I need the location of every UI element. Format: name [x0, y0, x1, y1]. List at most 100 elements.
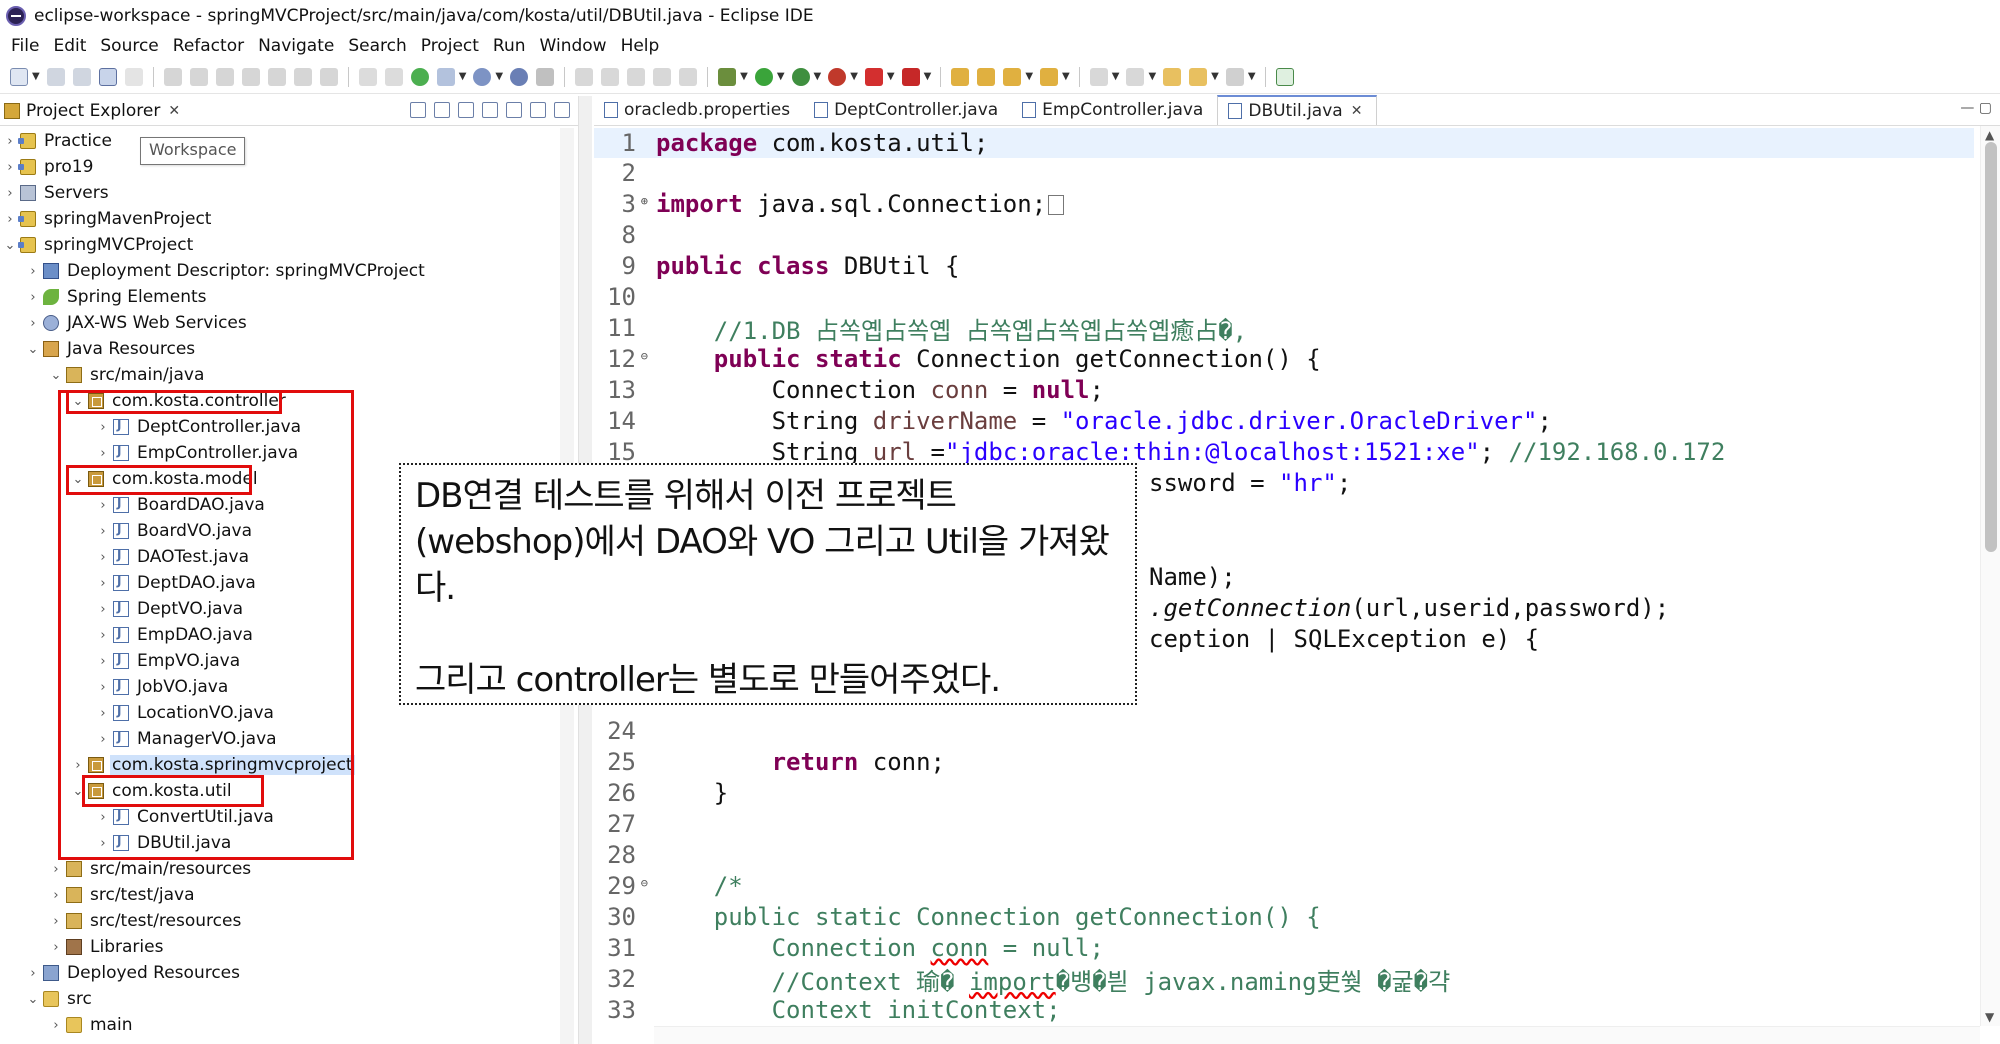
tree-item-java-resources[interactable]: ⌄ Java Resources [25, 336, 197, 362]
new-class-icon[interactable] [1003, 67, 1022, 86]
coverage-icon[interactable] [791, 67, 810, 86]
chevron-right-icon[interactable]: › [25, 290, 41, 305]
toggle-mark-icon[interactable] [358, 67, 377, 86]
pin-icon[interactable] [575, 67, 594, 86]
profile-icon[interactable] [901, 67, 920, 86]
forward-icon[interactable] [1225, 67, 1244, 86]
menu-project[interactable]: Project [414, 36, 486, 56]
globe-icon[interactable] [510, 67, 529, 86]
chevron-right-icon[interactable]: › [48, 1018, 64, 1033]
back-icon[interactable] [1189, 67, 1208, 86]
close-icon[interactable]: ✕ [168, 103, 180, 119]
menu-edit[interactable]: Edit [46, 36, 93, 56]
scrollbar-thumb[interactable] [1985, 142, 1997, 552]
tab-deptcontroller[interactable]: DeptController.java [804, 95, 1012, 125]
tree-item-libraries[interactable]: › Libraries [48, 934, 165, 960]
stop-server-icon[interactable] [864, 67, 883, 86]
menu-navigate[interactable]: Navigate [251, 36, 341, 56]
next-annotation-icon[interactable] [1089, 67, 1108, 86]
scroll-up-icon[interactable]: ▲ [1985, 128, 1994, 142]
last-edit-icon[interactable] [1163, 67, 1182, 86]
open-folder-icon[interactable] [1040, 67, 1059, 86]
new-class-dropdown-icon[interactable]: ▼ [1025, 71, 1033, 82]
tree-item-servers[interactable]: › Servers [2, 180, 111, 206]
save-icon[interactable] [46, 67, 65, 86]
maximize-icon[interactable] [554, 102, 570, 118]
chevron-right-icon[interactable]: › [2, 134, 18, 149]
new-java-project-icon[interactable] [951, 67, 970, 86]
profile-dropdown-icon[interactable]: ▼ [924, 71, 932, 82]
tab-empcontroller[interactable]: EmpController.java [1012, 95, 1217, 125]
search-tool-icon[interactable] [536, 67, 555, 86]
tree-item-src-test-java[interactable]: › src/test/java [48, 882, 197, 908]
new-dropdown-icon[interactable]: ▼ [32, 71, 40, 82]
chevron-down-icon[interactable]: ⌄ [48, 368, 64, 383]
annotation-icon[interactable] [601, 67, 620, 86]
menu-file[interactable]: File [4, 36, 46, 56]
new-package-icon[interactable] [977, 67, 996, 86]
block-select-icon[interactable] [627, 67, 646, 86]
close-icon[interactable]: ✕ [1351, 103, 1363, 119]
save-all-icon[interactable] [72, 67, 91, 86]
collapse-all-icon[interactable] [410, 102, 426, 118]
link-editor-icon[interactable] [434, 102, 450, 118]
tree-item-spring-elements[interactable]: › Spring Elements [25, 284, 209, 310]
editor-minimize-maximize-icon[interactable]: — ▢ [1960, 100, 1992, 116]
menu-help[interactable]: Help [614, 36, 667, 56]
fold-expand-icon[interactable]: ⊕ [641, 194, 648, 208]
fold-collapse-icon[interactable]: ⊖ [641, 349, 648, 363]
tree-item-pro19[interactable]: › pro19 [2, 154, 95, 180]
suspend-icon[interactable] [189, 67, 208, 86]
fold-collapse-icon[interactable]: ⊖ [641, 876, 648, 890]
show-whitespace-icon[interactable] [384, 67, 403, 86]
menu-window[interactable]: Window [533, 36, 614, 56]
chevron-down-icon[interactable]: ⌄ [2, 238, 18, 253]
terminal-icon[interactable] [98, 67, 117, 86]
server-dropdown-icon[interactable]: ▼ [459, 71, 467, 82]
open-type-dropdown-icon[interactable]: ▼ [495, 71, 503, 82]
chevron-right-icon[interactable]: › [48, 914, 64, 929]
open-perspective-icon[interactable] [1275, 67, 1294, 86]
next-annotation-dropdown-icon[interactable]: ▼ [1112, 71, 1120, 82]
scroll-down-icon[interactable]: ▼ [1985, 1010, 1994, 1024]
project-explorer-tab[interactable]: Project Explorer ✕ [0, 96, 578, 126]
menu-source[interactable]: Source [93, 36, 165, 56]
chevron-right-icon[interactable]: › [48, 862, 64, 877]
run-dropdown-icon[interactable]: ▼ [777, 71, 785, 82]
refresh-icon[interactable] [410, 67, 429, 86]
open-folder-dropdown-icon[interactable]: ▼ [1062, 71, 1070, 82]
step-over-icon[interactable] [293, 67, 312, 86]
menu-search[interactable]: Search [341, 36, 413, 56]
editor-vertical-scrollbar[interactable]: ▲ ▼ [1980, 126, 2000, 1026]
chevron-down-icon[interactable]: ⌄ [25, 992, 41, 1007]
tree-item-practice[interactable]: › Practice [2, 128, 114, 154]
chevron-right-icon[interactable]: › [2, 186, 18, 201]
new-icon[interactable] [10, 67, 28, 86]
prev-annotation-dropdown-icon[interactable]: ▼ [1148, 71, 1156, 82]
word-wrap-icon[interactable] [653, 67, 672, 86]
forward-dropdown-icon[interactable]: ▼ [1248, 71, 1256, 82]
disconnect-icon[interactable] [241, 67, 260, 86]
tree-item-springmvcproject[interactable]: ⌄ springMVCProject [2, 232, 195, 258]
external-dropdown-icon[interactable]: ▼ [850, 71, 858, 82]
debug-icon[interactable] [718, 67, 737, 86]
open-type-icon[interactable] [473, 67, 492, 86]
tree-item-src-main-java[interactable]: ⌄ src/main/java [48, 362, 206, 388]
tab-dbutil[interactable]: DBUtil.java ✕ [1217, 95, 1378, 125]
editor-horizontal-scrollbar[interactable] [654, 1026, 1980, 1044]
chevron-right-icon[interactable]: › [25, 316, 41, 331]
tree-item-main[interactable]: › main [48, 1012, 134, 1038]
prev-annotation-icon[interactable] [1126, 67, 1145, 86]
stop-dropdown-icon[interactable]: ▼ [887, 71, 895, 82]
tree-item-springmavenproject[interactable]: › springMavenProject [2, 206, 213, 232]
skip-breakpoints-icon[interactable] [124, 67, 143, 86]
step-into-icon[interactable] [267, 67, 286, 86]
tab-oracledb-properties[interactable]: oracledb.properties [594, 95, 804, 125]
chevron-right-icon[interactable]: › [2, 212, 18, 227]
menu-run[interactable]: Run [486, 36, 533, 56]
minimize-icon[interactable] [530, 102, 546, 118]
back-dropdown-icon[interactable]: ▼ [1211, 71, 1219, 82]
focus-icon[interactable] [482, 102, 498, 118]
new-server-icon[interactable] [436, 67, 455, 86]
step-return-icon[interactable] [319, 67, 338, 86]
